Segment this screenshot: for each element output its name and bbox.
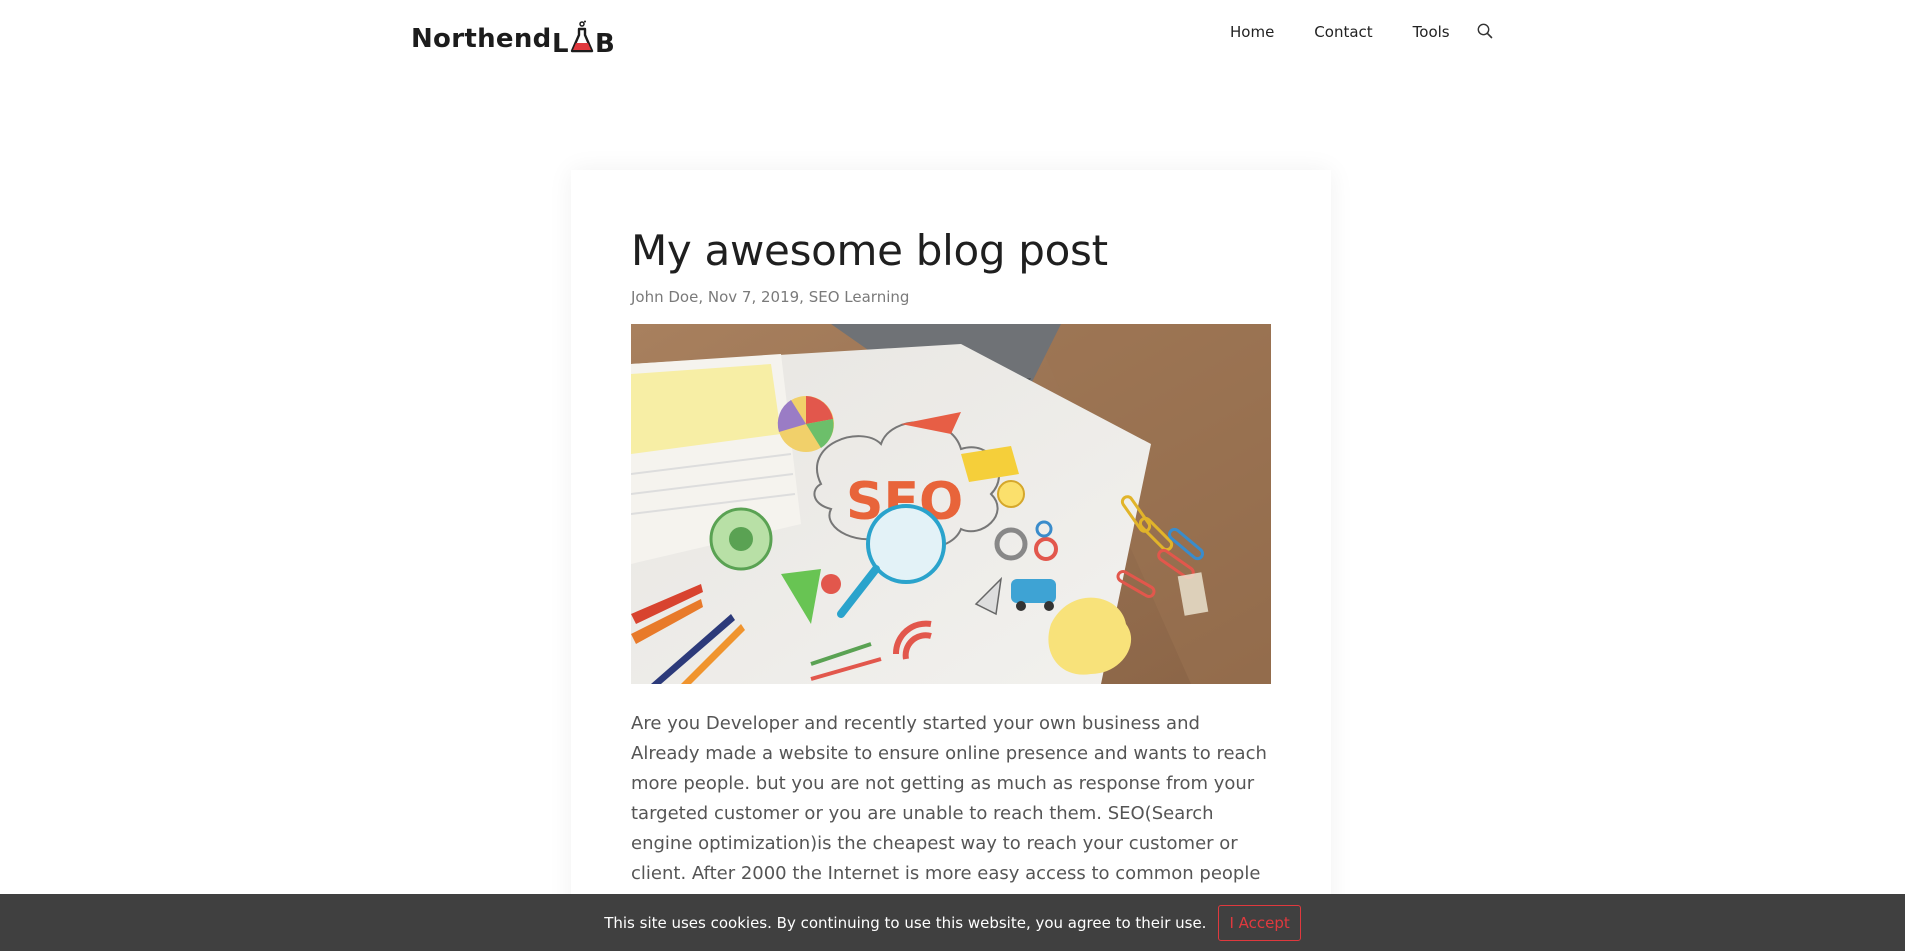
post-hero-image: SEO: [631, 324, 1271, 684]
seo-illustration-image: SEO: [631, 324, 1271, 684]
nav-contact-link[interactable]: Contact: [1314, 22, 1372, 42]
cookie-consent-bar: This site uses cookies. By continuing to…: [0, 894, 1905, 951]
post-title: My awesome blog post: [631, 226, 1108, 275]
nav-home-link[interactable]: Home: [1230, 22, 1274, 42]
site-header: Northend L B Home Contact Tools: [0, 0, 1905, 72]
nav-tools-link[interactable]: Tools: [1413, 22, 1450, 42]
main-nav: Home Contact Tools: [1230, 22, 1494, 42]
flask-logo-icon: L B: [552, 20, 615, 54]
cookie-consent-text: This site uses cookies. By continuing to…: [604, 913, 1207, 932]
svg-text:L: L: [552, 29, 569, 54]
accept-cookies-button[interactable]: I Accept: [1218, 904, 1301, 941]
post-meta: John Doe, Nov 7, 2019, SEO Learning: [631, 288, 910, 306]
svg-text:B: B: [595, 29, 615, 54]
site-logo[interactable]: Northend L B: [411, 18, 620, 54]
logo-text-prefix: Northend: [411, 24, 552, 54]
logo-text-suffix: L B: [552, 20, 620, 54]
post-body-paragraph: Are you Developer and recently started y…: [631, 713, 1267, 914]
search-icon[interactable]: [1476, 22, 1494, 40]
